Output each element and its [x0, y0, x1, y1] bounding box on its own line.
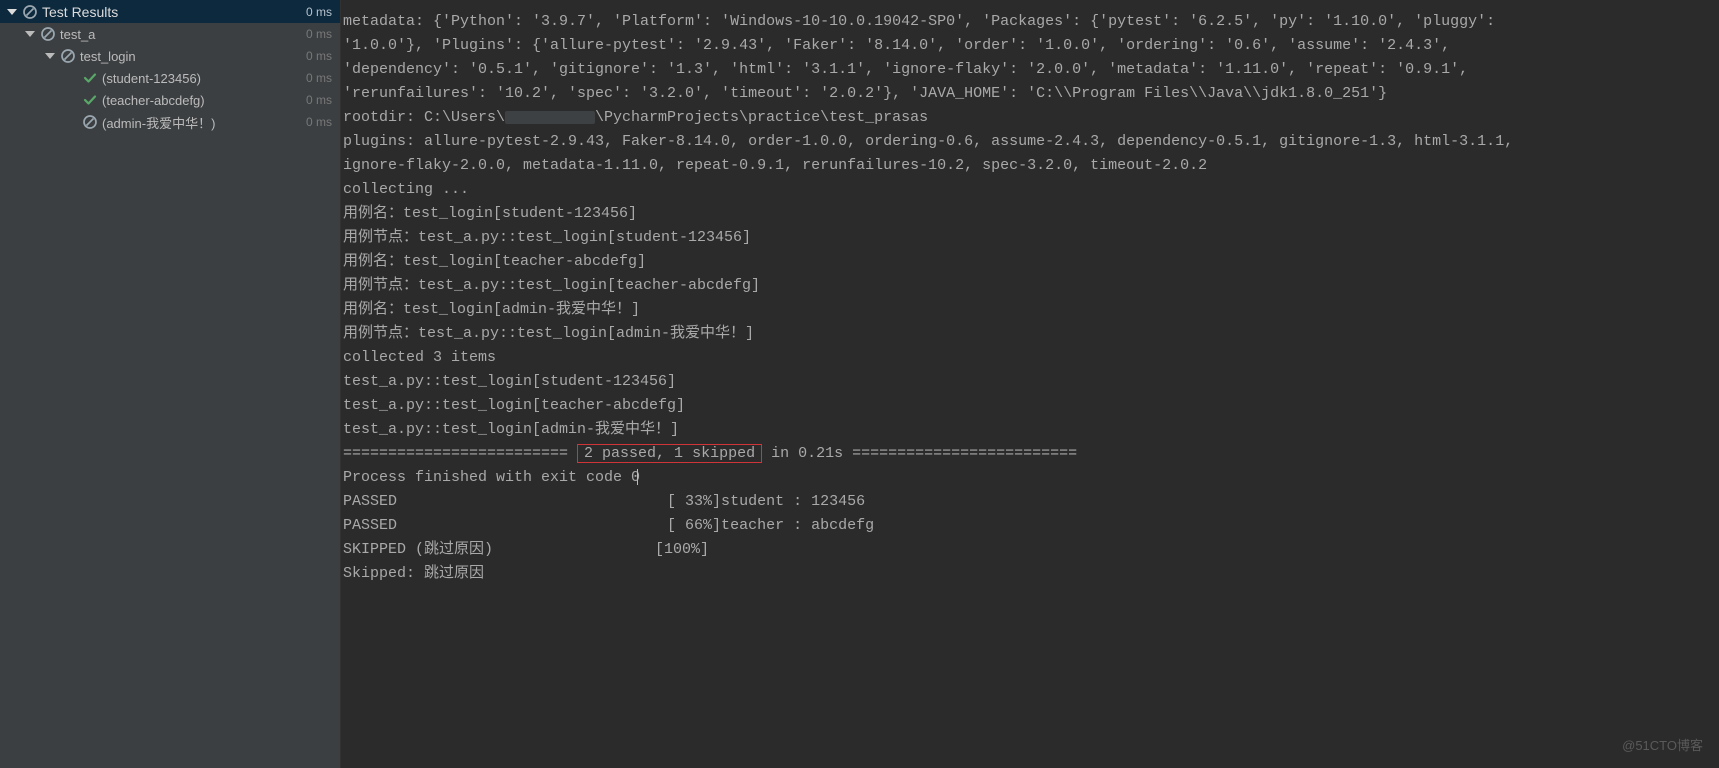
console-line: PASSED [ 66%]teacher : abcdefg [343, 514, 1717, 538]
tree-label: (student-123456) [102, 71, 201, 86]
watermark: @51CTO博客 [1622, 734, 1703, 758]
tree-node-test-login[interactable]: test_login 0 ms [0, 45, 340, 67]
redacted-username [505, 111, 595, 124]
console-line: ignore-flaky-2.0.0, metadata-1.11.0, rep… [343, 154, 1717, 178]
console-line: metadata: {'Python': '3.9.7', 'Platform'… [343, 10, 1717, 34]
console-line: 用例名：test_login[teacher-abcdefg] [343, 250, 1717, 274]
console-line: 用例节点：test_a.py::test_login[student-12345… [343, 226, 1717, 250]
console-line: test_a.py::test_login[student-123456] [343, 370, 1717, 394]
tree-duration: 0 ms [306, 115, 332, 129]
tree-leaf-teacher[interactable]: (teacher-abcdefg) 0 ms [0, 89, 340, 111]
tree-label: (teacher-abcdefg) [102, 93, 205, 108]
console-line: PASSED [ 33%]student : 123456 [343, 490, 1717, 514]
tree-label: (admin-我爱中华！) [102, 113, 215, 132]
pass-icon [82, 92, 98, 108]
skip-icon [60, 48, 76, 64]
summary-highlight: 2 passed, 1 skipped [577, 444, 762, 463]
pass-icon [82, 70, 98, 86]
console-line: test_a.py::test_login[admin-我爱中华！] [343, 418, 1717, 442]
console-line: test_a.py::test_login[teacher-abcdefg] [343, 394, 1717, 418]
chevron-down-icon[interactable] [44, 50, 56, 62]
console-output[interactable]: metadata: {'Python': '3.9.7', 'Platform'… [341, 0, 1719, 768]
tree-label: Test Results [42, 4, 118, 20]
tree-duration: 0 ms [306, 93, 332, 107]
tree-duration: 0 ms [306, 27, 332, 41]
tree-root-test-results[interactable]: Test Results 0 ms [0, 0, 340, 23]
skip-icon [22, 4, 38, 20]
console-line: collected 3 items [343, 346, 1717, 370]
tree-duration: 0 ms [306, 71, 332, 85]
console-line: Skipped: 跳过原因 [343, 562, 1717, 586]
console-summary-line: ========================= 2 passed, 1 sk… [343, 442, 1717, 466]
console-line: 'dependency': '0.5.1', 'gitignore': '1.3… [343, 58, 1717, 82]
console-line: collecting ... [343, 178, 1717, 202]
console-line: 'rerunfailures': '10.2', 'spec': '3.2.0'… [343, 82, 1717, 106]
text-cursor [637, 469, 638, 485]
tree-duration: 0 ms [306, 5, 332, 19]
tree-leaf-student[interactable]: (student-123456) 0 ms [0, 67, 340, 89]
chevron-down-icon[interactable] [24, 28, 36, 40]
tree-leaf-admin[interactable]: (admin-我爱中华！) 0 ms [0, 111, 340, 133]
console-line: plugins: allure-pytest-2.9.43, Faker-8.1… [343, 130, 1717, 154]
console-line: SKIPPED (跳过原因) [100%] [343, 538, 1717, 562]
tree-label: test_login [80, 49, 136, 64]
console-line: 用例节点：test_a.py::test_login[admin-我爱中华！] [343, 322, 1717, 346]
console-line: 用例名：test_login[admin-我爱中华！] [343, 298, 1717, 322]
tree-label: test_a [60, 27, 95, 42]
console-line: rootdir: C:\Users\\PycharmProjects\pract… [343, 106, 1717, 130]
console-line: 用例名：test_login[student-123456] [343, 202, 1717, 226]
skip-icon [40, 26, 56, 42]
tree-node-test-a[interactable]: test_a 0 ms [0, 23, 340, 45]
skip-icon [82, 114, 98, 130]
console-line: 用例节点：test_a.py::test_login[teacher-abcde… [343, 274, 1717, 298]
console-line: '1.0.0'}, 'Plugins': {'allure-pytest': '… [343, 34, 1717, 58]
test-results-tree[interactable]: Test Results 0 ms test_a 0 ms test_login [0, 0, 341, 768]
tree-duration: 0 ms [306, 49, 332, 63]
console-line: Process finished with exit code 0 [343, 466, 1717, 490]
chevron-down-icon[interactable] [6, 6, 18, 18]
